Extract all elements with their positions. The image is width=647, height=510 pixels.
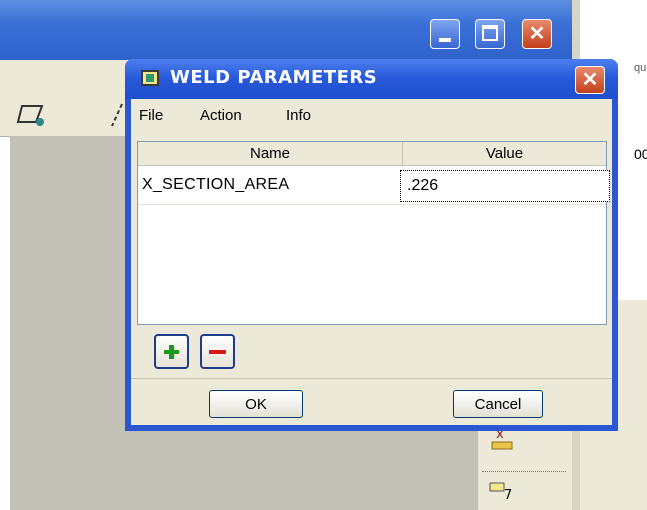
column-header-value[interactable]: Value bbox=[403, 142, 606, 166]
row-divider bbox=[138, 204, 606, 205]
datum-axis-icon[interactable] bbox=[110, 100, 126, 130]
parameter-name-cell: X_SECTION_AREA bbox=[142, 176, 290, 193]
menu-action[interactable]: Action bbox=[200, 107, 242, 124]
dialog-body: File Action Info Name Value X_SECTION_AR… bbox=[131, 99, 612, 425]
menu-file[interactable]: File bbox=[139, 107, 163, 124]
dialog-separator bbox=[131, 378, 612, 379]
ok-button[interactable]: OK bbox=[209, 390, 303, 418]
dialog-menu-bar: File Action Info bbox=[131, 99, 612, 133]
toolbar-divider bbox=[482, 471, 566, 472]
weld-parameters-dialog: WELD PARAMETERS ✕ File Action Info Name … bbox=[125, 59, 618, 431]
side-panel-value: 00 bbox=[634, 146, 647, 162]
cancel-button[interactable]: Cancel bbox=[453, 390, 543, 418]
maximize-icon bbox=[482, 25, 498, 41]
weld-surface-icon[interactable]: 7 bbox=[486, 481, 516, 510]
parent-maximize-button[interactable] bbox=[475, 19, 505, 49]
add-parameter-button[interactable] bbox=[154, 334, 189, 369]
close-icon: ✕ bbox=[528, 23, 546, 45]
column-header-name[interactable]: Name bbox=[138, 142, 403, 166]
minus-icon bbox=[209, 350, 226, 354]
parent-window-titlebar: ✕ bbox=[0, 0, 572, 60]
remove-parameter-button[interactable] bbox=[200, 334, 235, 369]
side-panel-text: qu bbox=[634, 62, 647, 74]
window-icon bbox=[141, 70, 159, 86]
dialog-title: WELD PARAMETERS bbox=[170, 67, 378, 88]
parameter-value-input[interactable] bbox=[400, 170, 610, 202]
minimize-icon bbox=[439, 38, 451, 42]
parent-close-button[interactable]: ✕ bbox=[522, 19, 552, 49]
menu-info[interactable]: Info bbox=[286, 107, 311, 124]
dialog-close-button[interactable]: ✕ bbox=[575, 66, 605, 94]
parameter-table: Name Value X_SECTION_AREA bbox=[137, 141, 610, 325]
dialog-titlebar[interactable]: WELD PARAMETERS ✕ bbox=[125, 59, 618, 99]
svg-text:7: 7 bbox=[504, 488, 512, 503]
close-icon: ✕ bbox=[581, 69, 599, 91]
sketch-plane-icon[interactable] bbox=[16, 100, 50, 130]
parent-minimize-button[interactable] bbox=[430, 19, 460, 49]
